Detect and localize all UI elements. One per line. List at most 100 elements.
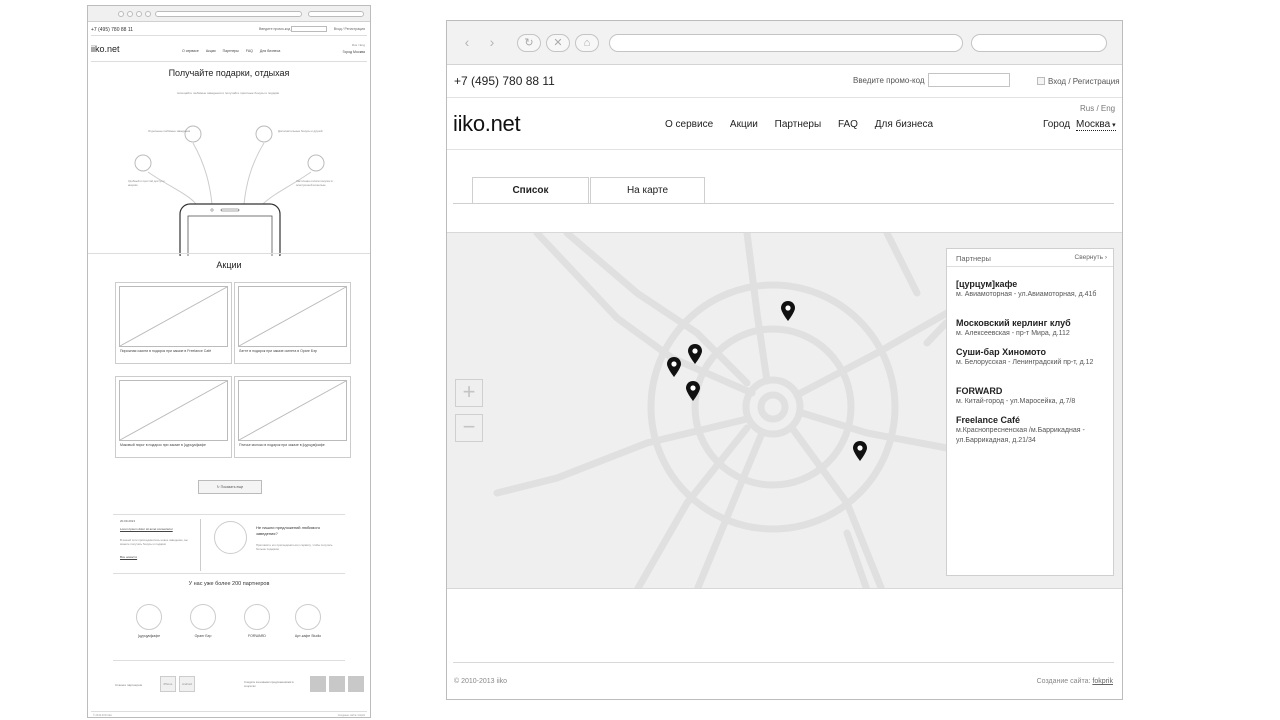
- show-more-button[interactable]: ↻ Показать еще: [198, 480, 262, 494]
- user-icon: [1037, 77, 1045, 85]
- nav-partners[interactable]: Партнеры: [775, 119, 822, 130]
- phone-number: +7 (495) 780 88 11: [454, 74, 555, 88]
- overview-page-wireframe: +7 (495) 780 88 11 Введите промо-код Вхо…: [87, 5, 371, 718]
- site-logo[interactable]: iiko.net: [453, 111, 521, 137]
- social-button[interactable]: [310, 676, 326, 692]
- overview-city-select[interactable]: Город Москва: [343, 50, 365, 54]
- nav-about[interactable]: О сервисе: [665, 119, 713, 130]
- promotion-card[interactable]: Птичье молоко в подарок при заказе в [цу…: [234, 376, 351, 458]
- city-label: Город: [1043, 119, 1071, 130]
- list-item[interactable]: Freelance Café м.Краснопресненская /м.Ба…: [956, 415, 1106, 445]
- browser-chrome: ‹ › ↻ ✕ ⌂: [447, 21, 1122, 65]
- promotion-card[interactable]: Пирожная сакити в подарок при заказе в F…: [115, 282, 232, 364]
- collapse-button[interactable]: Свернуть ›: [1075, 254, 1108, 261]
- overview-logo[interactable]: iiko.net: [91, 44, 120, 54]
- overview-nav-about[interactable]: О сервисе: [182, 49, 199, 53]
- home-icon[interactable]: ⌂: [575, 34, 599, 52]
- main-nav: О сервисе Акции Партнеры FAQ Для бизнеса: [665, 119, 947, 130]
- overview-blog-block: 20.09.2013 Lorem Ipsum dolor sit amet co…: [113, 514, 345, 574]
- app-button-android[interactable]: Android: [179, 676, 195, 692]
- social-text: Следите за новыми предложениями в соцсет…: [244, 680, 294, 688]
- city-select[interactable]: Москва ▾: [1076, 119, 1116, 131]
- overview-stop-button[interactable]: [136, 11, 142, 17]
- show-more-label: Показать еще: [220, 485, 244, 489]
- promo-code-label: Введите промо-код: [853, 76, 925, 85]
- list-item[interactable]: Московский керлинг клуб м. Алексеевская …: [956, 318, 1106, 339]
- partner-address: м. Китай-город - ул.Маросейка, д.7/8: [956, 398, 1076, 405]
- partner-name[interactable]: Оранг Бэр: [178, 634, 228, 638]
- map-pin-icon[interactable]: [686, 381, 700, 401]
- arrow-right-icon[interactable]: ›: [485, 35, 499, 49]
- overview-nav-business[interactable]: Для бизнеса: [260, 49, 280, 53]
- partner-address: м. Алексеевская - пр-т Мира, д.112: [956, 330, 1070, 337]
- overview-lang-switch[interactable]: Rus / Eng: [352, 43, 365, 47]
- partner-name[interactable]: FORWARD: [232, 634, 282, 638]
- url-bar[interactable]: [609, 34, 963, 52]
- overview-hero-subtitle: посещайте любимые заведения и получайте …: [176, 91, 280, 95]
- overview-search-bar[interactable]: [308, 11, 364, 17]
- list-item[interactable]: [цурцум]кафе м. Авиамоторная - ул.Авиамо…: [956, 279, 1106, 300]
- blog-all-news-link[interactable]: Все новости: [120, 555, 137, 559]
- partner-logo[interactable]: [190, 604, 216, 630]
- overview-partners-title: У нас уже более 200 партнеров: [188, 581, 270, 587]
- hero-bubble-2: [255, 125, 273, 143]
- social-button[interactable]: [329, 676, 345, 692]
- ask-text: Пригласите его присоединиться к сервису,…: [256, 543, 333, 551]
- overview-nav-faq[interactable]: FAQ: [246, 49, 253, 53]
- overview-credits[interactable]: Создание сайта: fokprik: [338, 714, 365, 717]
- chevron-right-icon: ›: [1103, 254, 1107, 261]
- overview-nav-partners[interactable]: Партнеры: [223, 49, 239, 53]
- tab-list[interactable]: Список: [472, 177, 589, 204]
- tab-map[interactable]: На карте: [590, 177, 705, 204]
- zoom-in-button[interactable]: +: [455, 379, 483, 407]
- tabs-divider: [453, 203, 1114, 204]
- partner-name[interactable]: [цурцум]кафе: [124, 634, 174, 638]
- image-placeholder-icon: [238, 380, 347, 441]
- overview-reload-button[interactable]: [127, 11, 133, 17]
- map-pin-icon[interactable]: [688, 344, 702, 364]
- overview-nav-promotions[interactable]: Акции: [206, 49, 216, 53]
- promotion-card-text: Пирожная сакити в подарок при заказе в F…: [120, 349, 212, 353]
- zoom-out-button[interactable]: −: [455, 414, 483, 442]
- nav-promotions[interactable]: Акции: [730, 119, 758, 130]
- partner-logo[interactable]: [136, 604, 162, 630]
- promotion-card[interactable]: Маковый пирог в подарок при заказе в [цу…: [115, 376, 232, 458]
- overview-phone: +7 (495) 780 88 11: [91, 27, 134, 33]
- reload-icon[interactable]: ↻: [517, 34, 541, 52]
- site-credits: Создание сайта: fokprik: [1037, 678, 1113, 685]
- map-pin-icon[interactable]: [781, 301, 795, 321]
- language-switch[interactable]: Rus / Eng: [1080, 104, 1115, 113]
- blog-post-link[interactable]: Lorem Ipsum dolor sit amet consectetur: [120, 527, 180, 531]
- overview-login-link[interactable]: Вход / Регистрация: [334, 27, 365, 31]
- login-register-link[interactable]: Вход / Регистрация: [1048, 77, 1120, 86]
- map-pin-icon[interactable]: [667, 357, 681, 377]
- overview-promo-input[interactable]: [291, 26, 327, 32]
- promo-code-input[interactable]: [928, 73, 1010, 87]
- nav-business[interactable]: Для бизнеса: [875, 119, 933, 130]
- map-pin-icon[interactable]: [853, 441, 867, 461]
- partner-address: м.Краснопресненская /м.Баррикадная - ул.…: [956, 427, 1085, 444]
- arrow-left-icon[interactable]: ‹: [460, 35, 474, 49]
- social-button[interactable]: [348, 676, 364, 692]
- footer-divider: [453, 662, 1114, 663]
- image-placeholder-icon: [119, 380, 228, 441]
- nav-faq[interactable]: FAQ: [838, 119, 858, 130]
- overview-url-bar[interactable]: [155, 11, 302, 17]
- hero-bubble-3: [134, 154, 152, 172]
- overview-home-button[interactable]: [145, 11, 151, 17]
- partner-name[interactable]: Арт-кафе Studio: [283, 634, 333, 638]
- partner-logo[interactable]: [295, 604, 321, 630]
- list-item[interactable]: Суши-бар Хиномото м. Белорусская - Ленин…: [956, 347, 1106, 368]
- promotion-card-text: Птичье молоко в подарок при заказе в [цу…: [239, 443, 325, 447]
- overview-copyright: © 2010-2013 iiko: [93, 714, 112, 717]
- promotion-card[interactable]: Латте в подарок при заказе омлета в Оран…: [234, 282, 351, 364]
- overview-footer-divider: [113, 660, 345, 661]
- list-item[interactable]: FORWARD м. Китай-город - ул.Маросейка, д…: [956, 386, 1106, 407]
- app-button-iphone[interactable]: iPhone: [160, 676, 176, 692]
- overview-main-nav: О сервисе Акции Партнеры FAQ Для бизнеса: [182, 49, 286, 53]
- stop-icon[interactable]: ✕: [546, 34, 570, 52]
- partner-logo[interactable]: [244, 604, 270, 630]
- browser-search-bar[interactable]: [971, 34, 1107, 52]
- credits-link[interactable]: fokprik: [1092, 678, 1113, 685]
- overview-back-button[interactable]: [118, 11, 124, 17]
